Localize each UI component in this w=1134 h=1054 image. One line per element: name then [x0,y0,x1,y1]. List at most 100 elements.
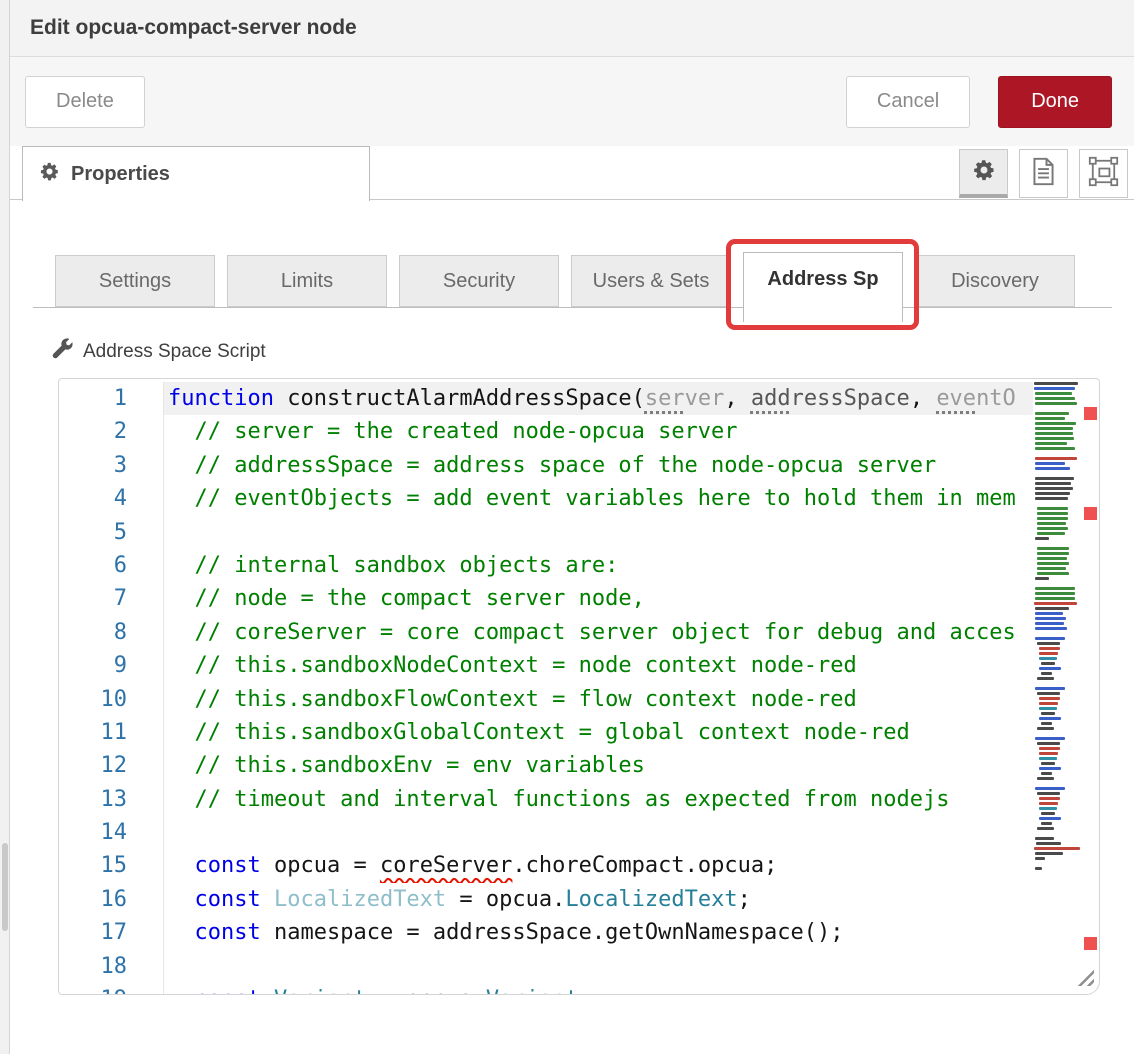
minimap-row [1039,717,1061,720]
minimap-row [1035,422,1076,425]
minimap-row [1041,822,1053,825]
line-number: 4 [59,482,163,515]
code-text: const opcua = coreServer.choreCompact.op… [163,849,1033,882]
code-token: namespace = addressSpace.getOwnNamespace… [261,920,844,945]
code-token: = opcua. [446,887,565,912]
code-line: 4 // eventObjects = add event variables … [59,482,1099,515]
minimap-row [1037,522,1066,525]
minimap-row [1037,777,1054,780]
code-token: // node = the compact server node, [168,586,645,611]
editor-minimap[interactable] [1034,382,1082,994]
properties-panel: SettingsLimitsSecurityUsers & SetsAddres… [10,200,1134,1054]
code-text: function constructAlarmAddressSpace(serv… [163,382,1033,415]
code-token: // coreServer = core compact server obje… [168,620,1016,645]
code-token: , [724,386,751,411]
minimap-row [1035,837,1054,840]
properties-gear-button[interactable] [959,149,1008,198]
minimap-row [1035,537,1049,540]
tab-limits[interactable]: Limits [227,255,387,307]
line-number: 13 [59,783,163,816]
minimap-row [1039,807,1057,810]
minimap-row [1037,742,1060,745]
minimap-row [1037,727,1054,730]
minimap-row [1039,667,1061,670]
code-token: LocalizedText [274,887,446,912]
minimap-row [1037,557,1067,560]
code-token: const [195,853,261,878]
code-text: // timeout and interval functions as exp… [163,783,1033,816]
code-text: // this.sandboxEnv = env variables [163,749,1033,782]
code-text: // this.sandboxNodeContext = node contex… [163,649,1033,682]
dialog-title: Edit opcua-compact-server node [30,16,357,40]
minimap-row [1037,532,1065,535]
tab-properties[interactable]: Properties [22,146,370,201]
minimap-row [1037,827,1054,830]
delete-button[interactable]: Delete [25,76,145,128]
minimap-row [1035,687,1065,690]
minimap-row [1035,627,1067,630]
code-token: // internal sandbox objects are: [168,553,618,578]
wrench-icon [52,338,74,366]
minimap-row [1039,752,1058,755]
code-lines[interactable]: 1function constructAlarmAddressSpace(ser… [59,379,1099,994]
minimap-row [1037,642,1060,645]
minimap-row [1035,617,1066,620]
appearance-button[interactable] [1079,149,1128,198]
editor-tab-bar: Properties [10,146,1134,200]
error-marker [1084,937,1097,950]
code-token: opcua = [261,853,380,878]
line-number: 14 [59,816,163,849]
code-token: ser [645,386,685,411]
code-editor[interactable]: 1function constructAlarmAddressSpace(ser… [58,378,1100,995]
tab-users-sets[interactable]: Users & Sets [571,255,731,307]
gear-icon [39,161,60,187]
code-token: LocalizedText [565,887,737,912]
line-number: 18 [59,950,163,983]
minimap-row [1035,447,1075,450]
line-number: 17 [59,916,163,949]
minimap-row [1035,412,1069,415]
code-text: // eventObjects = add event variables he… [163,482,1033,515]
minimap-row [1039,697,1060,700]
code-token: coreServer [380,853,512,878]
minimap-row [1035,587,1075,590]
minimap-row [1039,767,1061,770]
section-title: Address Space Script [83,341,266,363]
line-number: 10 [59,683,163,716]
code-token: // this.sandboxFlowContext = flow contex… [168,687,857,712]
code-token [168,987,195,994]
line-number: 9 [59,649,163,682]
minimap-row [1035,787,1065,790]
tab-discovery[interactable]: Discovery [915,255,1075,307]
line-number: 12 [59,749,163,782]
code-text: const Variant = opcua.Variant; [163,983,1033,994]
done-button[interactable]: Done [998,76,1112,128]
minimap-row [1039,702,1058,705]
line-number: 3 [59,449,163,482]
minimap-row [1039,647,1060,650]
code-token: // server = the created node-opcua serve… [168,419,738,444]
minimap-row [1037,792,1060,795]
minimap-row [1035,597,1075,600]
minimap-row [1041,712,1055,715]
cancel-button[interactable]: Cancel [846,76,970,128]
minimap-row [1037,507,1068,510]
minimap-row [1041,762,1055,765]
minimap-row [1039,657,1057,660]
minimap-row [1035,487,1073,490]
workspace-scrollbar-thumb[interactable] [2,843,8,931]
minimap-row [1034,847,1080,850]
minimap-row [1035,852,1063,855]
tab-settings[interactable]: Settings [55,255,215,307]
minimap-row [1035,737,1065,740]
edit-node-dialog: Edit opcua-compact-server node Delete Ca… [10,0,1134,1054]
code-line: 14 [59,816,1099,849]
code-token: // this.sandboxNodeContext = node contex… [168,653,857,678]
description-button[interactable] [1019,149,1068,198]
minimap-row [1034,602,1077,605]
minimap-row [1035,637,1065,640]
tab-security[interactable]: Security [399,255,559,307]
code-token [168,920,195,945]
minimap-row [1035,577,1049,580]
tab-address-space[interactable]: Address Sp [743,252,903,322]
